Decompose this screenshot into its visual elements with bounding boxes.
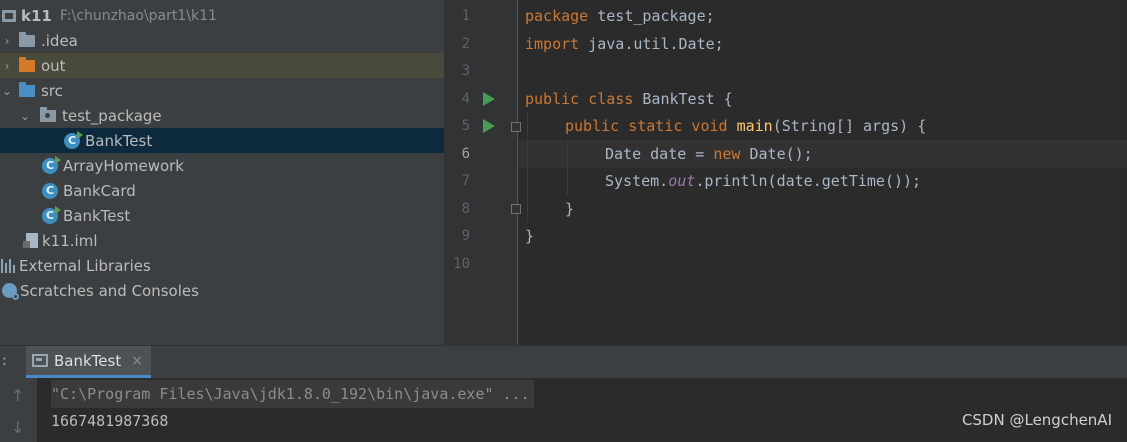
tree-item-k11-iml[interactable]: k11.iml [0,228,444,253]
tree-item-label: ArrayHomework [63,156,184,175]
code-text: test_package; [588,7,715,25]
tree-item-label: test_package [62,106,162,125]
tree-item-banktest-selected[interactable]: C BankTest [0,128,444,153]
code-text: System. [605,172,669,190]
code-line-1[interactable]: package test_package; [525,3,715,31]
code-text: Date date = [605,144,714,163]
tree-item-label: out [41,56,66,75]
code-line-8[interactable]: } [565,196,574,224]
code-line-7[interactable]: System.out.println(date.getTime()); [605,168,921,196]
java-class-icon: C [42,205,61,224]
code-line-9[interactable]: } [525,223,534,251]
code-text: Date(); [740,144,813,163]
run-class-icon[interactable] [483,92,495,106]
fold-icon[interactable] [511,122,521,132]
watermark-text: CSDN @LengchenAI [961,411,1112,429]
console-command-line: "C:\Program Files\Java\jdk1.8.0_192\bin\… [51,380,534,408]
tree-item-label: k11.iml [42,231,98,250]
code-field: out [668,172,696,190]
chevron-right-icon[interactable]: › [0,59,14,73]
code-text: (String[] args) { [772,117,927,135]
package-icon [40,106,56,122]
tree-item-test-package[interactable]: ⌄ test_package [0,103,444,128]
code-line-6[interactable]: Date date = new Date(); [605,141,813,169]
run-tab-label: BankTest [54,351,122,370]
indent-guide [527,112,528,222]
chevron-down-icon[interactable]: ⌄ [0,84,14,98]
tree-item-src[interactable]: ⌄ src [0,78,444,103]
tree-item-out[interactable]: › out [0,53,444,78]
code-keyword: package [525,7,589,25]
code-text: BankTest { [633,89,733,108]
java-class-icon: C [64,130,83,149]
code-text: java.util.Date; [579,34,724,53]
tree-item-bankcard[interactable]: C BankCard [0,178,444,203]
code-keyword: new [713,144,741,163]
indent-guide [567,140,568,195]
folder-orange-icon [19,56,35,72]
source-folder-icon [19,81,35,97]
project-tool-window: k11 F:\chunzhao\part1\k11 › .idea › out … [0,0,444,345]
code-keyword: import [525,34,580,53]
code-keyword: public static void [565,117,728,135]
scroll-up-icon[interactable]: ↑ [11,386,24,405]
tree-item-label: Scratches and Consoles [20,281,199,300]
line-number: 1 [461,8,470,24]
folder-icon [19,31,35,47]
close-icon[interactable]: × [131,353,143,369]
code-text: .println(date.getTime()); [695,172,922,190]
code-line-2[interactable]: import java.util.Date; [525,31,724,59]
tree-item-label: External Libraries [19,256,151,275]
code-text: } [525,227,535,245]
gutter-divider [517,0,518,345]
run-toolbar: ↑ ↓ [0,378,37,442]
console-output-line: 1667481987368 [51,412,169,430]
tree-item-external-libraries[interactable]: External Libraries [0,253,444,278]
tree-item-label: BankTest [85,131,153,150]
chevron-right-icon[interactable]: › [0,34,14,48]
chevron-down-icon[interactable]: ⌄ [18,109,32,123]
run-tab-banktest[interactable]: BankTest × [26,346,151,378]
line-number: 7 [461,173,470,189]
scroll-down-icon[interactable]: ↓ [11,418,24,437]
libraries-icon [1,258,17,273]
run-main-icon[interactable] [483,119,495,133]
java-class-icon: C [42,155,61,174]
code-function: main [736,117,773,135]
scratches-icon [2,283,19,300]
line-number-current: 6 [461,145,470,162]
line-number: 2 [461,35,470,52]
line-number: 3 [461,63,470,79]
code-line-4[interactable]: public class BankTest { [525,86,733,114]
line-number: 10 [453,255,470,272]
tree-root-label: k11 [21,6,52,25]
tree-item-label: src [41,81,63,100]
tree-root-path: F:\chunzhao\part1\k11 [59,7,217,24]
tree-item-arrayhomework[interactable]: C ArrayHomework [0,153,444,178]
code-text: } [565,199,575,218]
run-console-icon [32,354,48,367]
run-label: : [2,353,7,369]
line-number: 8 [461,200,470,217]
module-icon [2,9,16,22]
tree-item-label: BankTest [63,206,131,225]
code-keyword: public class [525,89,634,108]
run-tool-window-header: : BankTest × [0,345,1127,378]
tree-item-label: .idea [41,31,78,50]
tree-item-label: BankCard [63,181,136,200]
tree-item-idea[interactable]: › .idea [0,28,444,53]
line-number: 4 [461,90,470,107]
code-line-5[interactable]: public static void main(String[] args) { [565,113,926,141]
iml-file-icon [23,233,38,248]
tree-root-k11[interactable]: k11 F:\chunzhao\part1\k11 [0,3,444,28]
line-number: 9 [461,228,470,244]
java-class-icon: C [42,182,58,199]
tree-item-scratches[interactable]: Scratches and Consoles [0,278,444,303]
fold-icon[interactable] [511,204,521,214]
tree-item-banktest[interactable]: C BankTest [0,203,444,228]
line-number: 5 [461,118,470,134]
